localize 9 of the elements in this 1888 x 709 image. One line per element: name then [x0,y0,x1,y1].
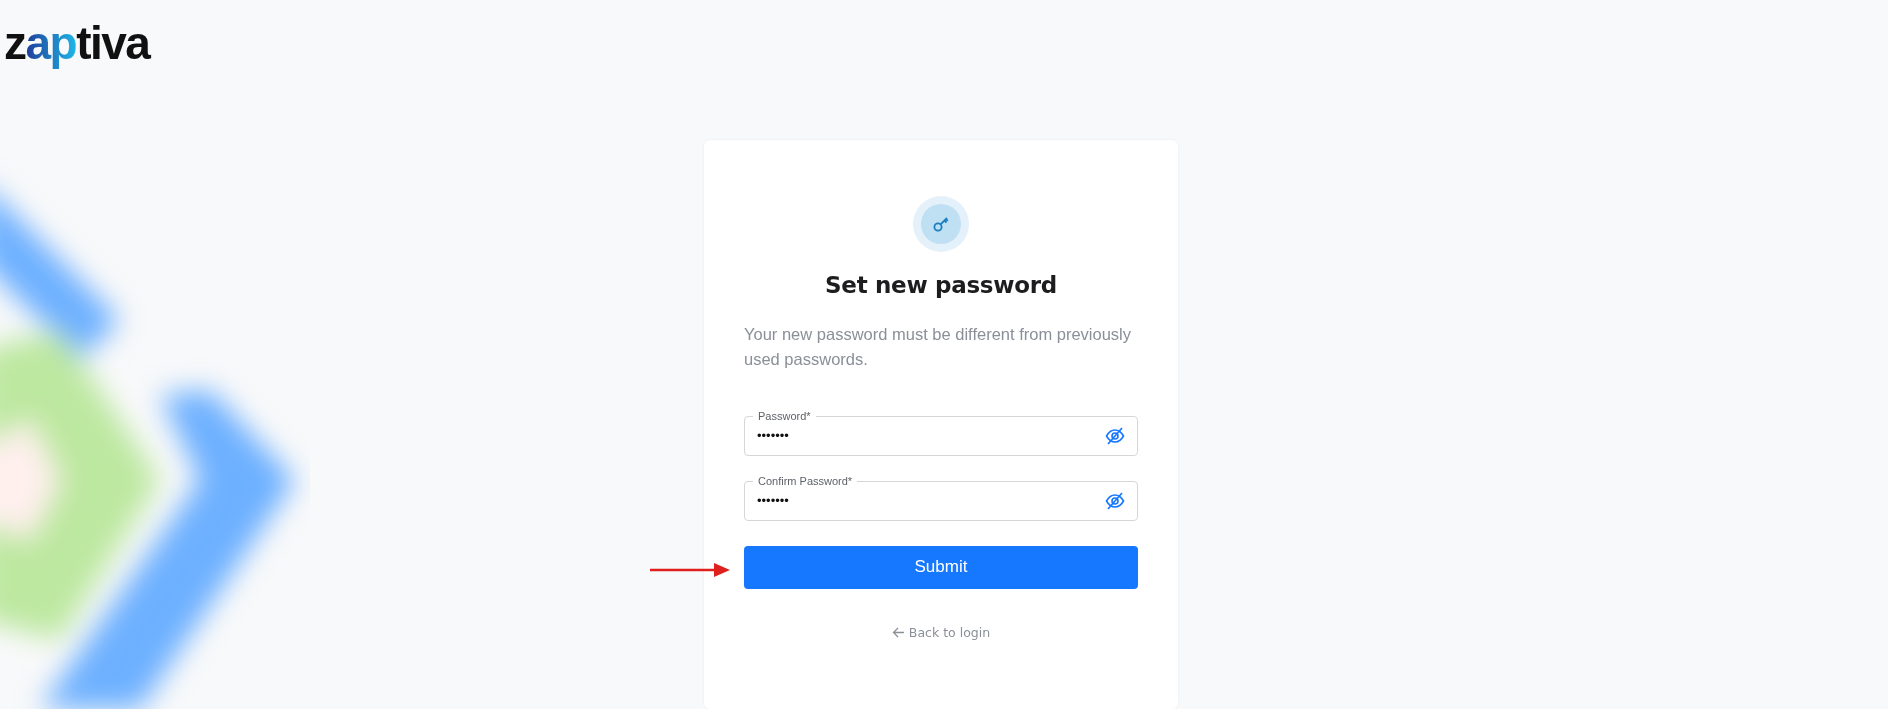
eye-slash-icon[interactable] [1105,426,1125,445]
heading: Set new password [825,271,1057,298]
submit-button[interactable]: Submit [744,545,1138,589]
masked-value: ••••••• [757,493,789,509]
eye-slash-icon[interactable] [1105,491,1125,510]
instruction-text: Your new password must be different from previously used passwords. [744,323,1133,370]
masked-value: ••••••• [757,428,789,444]
arrow-left-icon [891,626,905,638]
logo: zaptiva [4,18,150,68]
